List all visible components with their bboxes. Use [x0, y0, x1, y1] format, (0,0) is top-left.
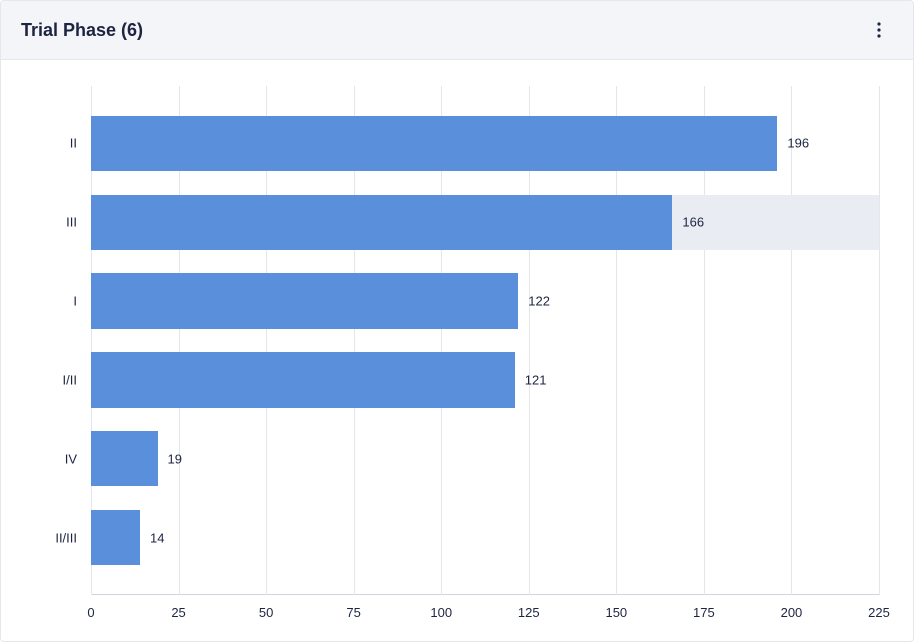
card-title: Trial Phase (6): [21, 20, 143, 41]
bar-value-label: 122: [528, 294, 550, 309]
x-tick-label: 200: [781, 605, 803, 620]
x-tick-label: 225: [868, 605, 890, 620]
y-tick-label: II: [70, 136, 77, 151]
bar-value-label: 121: [525, 372, 547, 387]
bar-fill: 121: [91, 352, 515, 407]
grid-line: [879, 86, 880, 595]
x-tick-label: 0: [87, 605, 94, 620]
card-menu-button[interactable]: [865, 16, 893, 44]
bar-value-label: 166: [682, 215, 704, 230]
bar-fill: 14: [91, 510, 140, 565]
x-tick-label: 150: [605, 605, 627, 620]
bar-fill: 19: [91, 431, 158, 486]
bar-fill: 166: [91, 195, 672, 250]
card-header: Trial Phase (6): [1, 1, 913, 60]
y-tick-label: I/II: [63, 372, 77, 387]
chart-card: Trial Phase (6) 0 25 50 75 100 125 150 175 200 22…: [0, 0, 914, 642]
x-tick-label: 50: [259, 605, 273, 620]
y-tick-label: III: [66, 215, 77, 230]
x-tick-label: 25: [171, 605, 185, 620]
y-tick-label: II/III: [55, 530, 77, 545]
bar-row[interactable]: 19: [91, 431, 879, 486]
x-tick-label: 175: [693, 605, 715, 620]
x-tick-label: 100: [430, 605, 452, 620]
bar-fill: 122: [91, 273, 518, 328]
y-tick-label: I: [73, 294, 77, 309]
x-tick-label: 75: [346, 605, 360, 620]
bar-row[interactable]: 121: [91, 352, 879, 407]
bar-value-label: 19: [168, 451, 182, 466]
bar-value-label: 196: [787, 136, 809, 151]
x-tick-label: 125: [518, 605, 540, 620]
bar-row[interactable]: 14: [91, 510, 879, 565]
x-axis-line: [91, 594, 879, 595]
bar-row[interactable]: 166: [91, 195, 879, 250]
chart-area: 0 25 50 75 100 125 150 175 200 225 196 II 166 III 122 I…: [1, 60, 913, 641]
bar-row[interactable]: 122: [91, 273, 879, 328]
y-tick-label: IV: [65, 451, 77, 466]
bar-fill: 196: [91, 116, 777, 171]
bar-value-label: 14: [150, 530, 164, 545]
chart-plot: 0255075100125150175200225196II166III122I…: [91, 86, 879, 595]
more-vertical-icon: [877, 22, 881, 38]
bar-row[interactable]: 196: [91, 116, 879, 171]
